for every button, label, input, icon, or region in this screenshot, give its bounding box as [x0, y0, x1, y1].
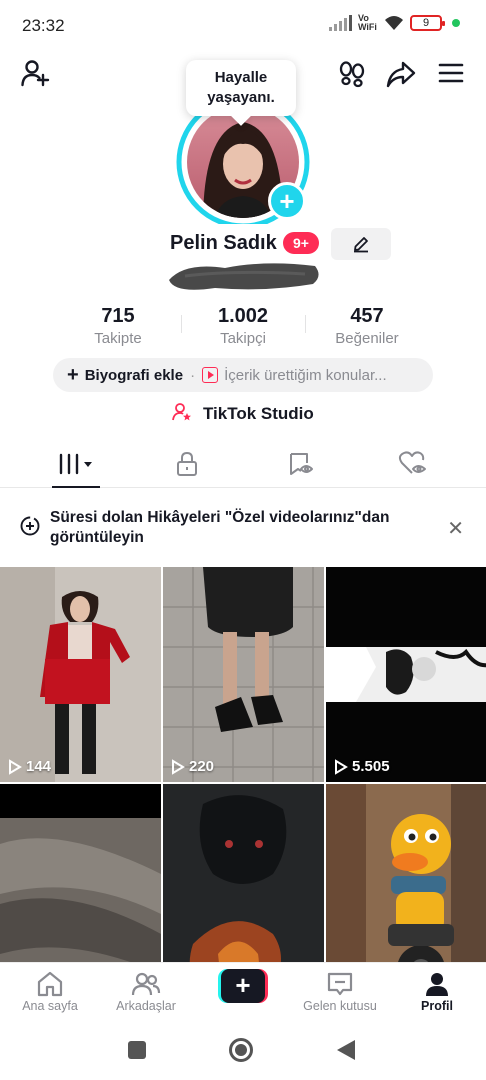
play-icon: [335, 758, 348, 775]
battery-level: 9: [422, 17, 430, 29]
video-thumbnail[interactable]: [163, 784, 324, 963]
video-thumbnail[interactable]: [326, 784, 486, 963]
video-thumbnail[interactable]: [0, 784, 161, 963]
bio-pill[interactable]: + Biyografi ekle · İçerik ürettiğim konu…: [53, 358, 433, 392]
following-label: Takipte: [94, 330, 142, 347]
plus-icon: +: [67, 364, 79, 386]
menu-icon[interactable]: [438, 62, 464, 84]
bookmark-eye-icon: [289, 453, 313, 475]
home-button-icon[interactable]: [229, 1038, 253, 1062]
vowifi-label: Vo WiFi: [358, 13, 377, 32]
status-time: 23:32: [22, 16, 65, 35]
add-story-button[interactable]: +: [268, 182, 306, 220]
video-thumbnail[interactable]: 5.505: [326, 567, 486, 782]
back-icon[interactable]: [337, 1040, 355, 1060]
view-count-value: 144: [26, 758, 52, 775]
pencil-icon: [354, 237, 368, 253]
recents-icon[interactable]: [128, 1041, 146, 1059]
profile-icon: [426, 973, 448, 996]
status-icons: Vo WiFi 9: [329, 14, 460, 32]
battery-icon: 9: [410, 15, 445, 31]
studio-label: TikTok Studio: [202, 404, 314, 423]
footprint-icon[interactable]: [338, 60, 366, 88]
video-thumbnail[interactable]: 144: [0, 567, 161, 782]
stat-likes[interactable]: 457 Beğeniler: [307, 305, 427, 347]
tab-videos[interactable]: [15, 440, 136, 488]
following-count: 715: [101, 305, 135, 327]
nav-profile-label: Profil: [421, 999, 453, 1013]
system-nav-bar: [0, 1022, 486, 1080]
likes-label: Beğeniler: [335, 330, 399, 347]
nav-home-label: Ana sayfa: [22, 999, 78, 1013]
story-bubble[interactable]: Hayalle yaşayanı.: [186, 60, 296, 116]
notice-text: Süresi dolan Hikâyeleri "Özel videoların…: [50, 509, 390, 546]
view-count-value: 5.505: [352, 758, 390, 775]
followers-count: 1.002: [217, 305, 269, 327]
content-topics-icon: [202, 367, 219, 383]
friends-icon: [131, 972, 161, 996]
nav-friends-label: Arkadaşlar: [116, 999, 176, 1013]
bottom-nav: Ana sayfa Arkadaşlar + Gelen kutusu Prof…: [0, 962, 486, 1022]
nav-inbox-label: Gelen kutusu: [303, 999, 377, 1013]
plus-icon: +: [221, 969, 265, 1003]
profile-stats: 715 Takipte 1.002 Takipçi 457 Beğeniler: [0, 305, 486, 355]
home-icon: [37, 971, 63, 997]
content-topics-label[interactable]: İçerik ürettiğim konular...: [224, 367, 387, 384]
nav-inbox[interactable]: Gelen kutusu: [290, 969, 390, 1013]
grid-icon: [59, 453, 92, 475]
wifi-icon: [385, 16, 403, 30]
view-count-value: 220: [189, 758, 215, 775]
view-count: 5.505: [334, 758, 390, 775]
view-count: 220: [171, 758, 214, 775]
stat-divider: [181, 315, 182, 333]
close-icon[interactable]: ✕: [447, 516, 464, 541]
nav-profile[interactable]: Profil: [387, 969, 486, 1013]
play-icon: [9, 758, 22, 775]
stat-following[interactable]: 715 Takipte: [58, 305, 178, 347]
stat-divider: [305, 315, 306, 333]
followers-label: Takipçi: [220, 330, 266, 347]
heart-eye-icon: [398, 451, 426, 474]
nav-friends[interactable]: Arkadaşlar: [96, 969, 196, 1013]
play-icon: [172, 758, 185, 775]
inbox-icon: [327, 972, 353, 996]
nav-home[interactable]: Ana sayfa: [0, 969, 100, 1013]
studio-person-star-icon: [172, 403, 192, 421]
view-count: 144: [8, 758, 51, 775]
story-add-icon: [20, 516, 40, 536]
signal-icon: [329, 15, 352, 31]
profile-name: Pelin Sadık: [170, 232, 277, 254]
content-tabs: [0, 440, 486, 488]
add-bio-label[interactable]: Biyografi ekle: [85, 367, 183, 384]
notification-badge[interactable]: 9+: [283, 232, 319, 254]
name-row: Pelin Sadık 9+: [0, 228, 486, 260]
active-tab-indicator: [52, 486, 100, 488]
add-friend-icon[interactable]: [20, 58, 50, 88]
video-thumbnail[interactable]: 220: [163, 567, 324, 782]
tiktok-studio-link[interactable]: TikTok Studio: [0, 402, 486, 424]
video-grid: 144 220 5.505: [0, 567, 486, 963]
edit-profile-button[interactable]: [331, 228, 391, 260]
stat-followers[interactable]: 1.002 Takipçi: [183, 305, 303, 347]
username-redacted: [169, 263, 319, 290]
tab-reposts[interactable]: [240, 440, 361, 488]
create-button[interactable]: +: [218, 969, 268, 1003]
status-dot-icon: [452, 19, 460, 27]
bio-separator: ·: [190, 366, 196, 384]
tab-private[interactable]: [126, 440, 247, 488]
lock-icon: [176, 451, 197, 476]
share-icon[interactable]: [386, 59, 416, 89]
expired-stories-notice[interactable]: Süresi dolan Hikâyeleri "Özel videoların…: [0, 504, 486, 554]
tab-liked[interactable]: [352, 440, 473, 488]
status-bar: 23:32 Vo WiFi 9: [0, 0, 486, 52]
likes-count: 457: [350, 305, 384, 327]
